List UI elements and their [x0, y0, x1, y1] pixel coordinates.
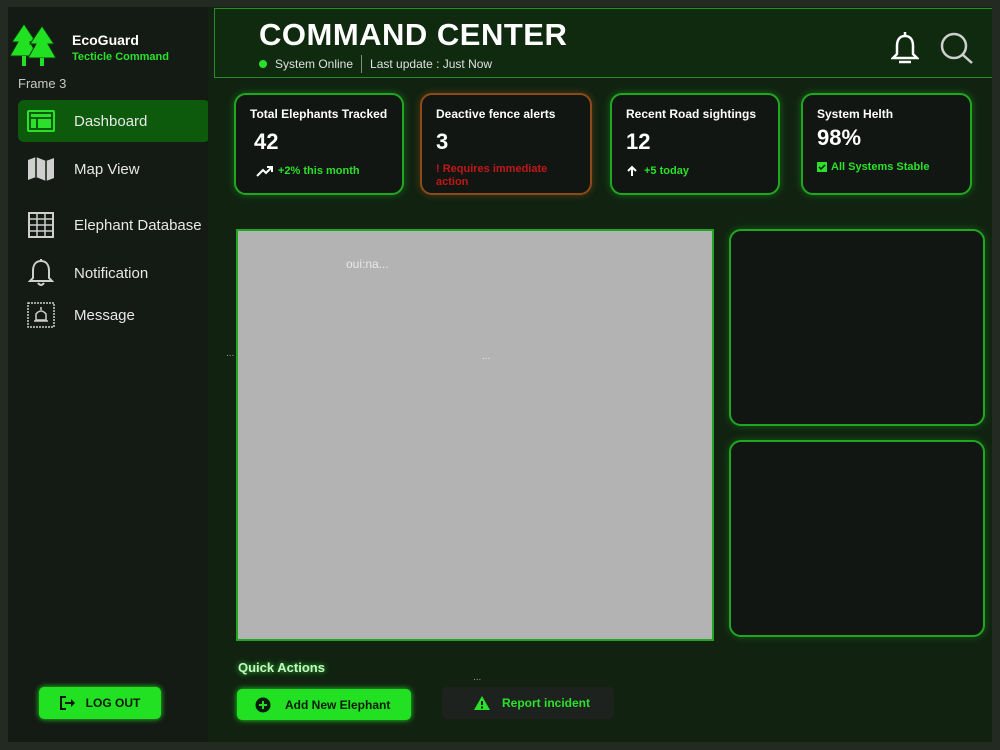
logout-button[interactable]: LOG OUT	[39, 687, 161, 719]
card-note-text: ! Requires immediate action	[436, 163, 548, 188]
stat-card-system-health[interactable]: System Helth 98% All Systems Stable	[801, 93, 972, 195]
ellipsis-text: ...	[473, 672, 482, 683]
map-ellipsis: ...	[482, 351, 491, 362]
logout-label: LOG OUT	[85, 696, 141, 710]
check-box-icon	[817, 162, 827, 172]
card-title: Total Elephants Tracked	[250, 107, 388, 121]
sidebar-item-label: Elephant Database	[74, 216, 202, 234]
map-placeholder-text: oui:na...	[346, 257, 389, 271]
info-panel-top	[729, 229, 985, 426]
search-icon[interactable]	[939, 31, 975, 65]
grid-icon	[26, 212, 56, 238]
status-text: System Online	[275, 57, 354, 71]
card-value: 12	[626, 129, 651, 154]
sidebar-item-label: Map View	[74, 160, 140, 178]
header: COMMAND CENTER System Online Last update…	[214, 8, 998, 78]
card-value: 3	[436, 129, 449, 154]
stat-card-fence-alerts[interactable]: Deactive fence alerts 3 ! Requires immed…	[420, 93, 592, 195]
sidebar: EcoGuard Tecticle Command Frame 3 Dashbo…	[0, 0, 210, 750]
map-icon	[26, 156, 56, 182]
online-dot-icon	[259, 60, 267, 68]
card-note: +5 today	[626, 165, 764, 177]
trend-up-icon	[256, 166, 273, 177]
status-bar: System Online Last update : Just Now	[259, 55, 492, 73]
sidebar-item-map-view[interactable]: Map View	[18, 148, 210, 190]
card-value: 42	[254, 129, 279, 154]
sidebar-item-label: Notification	[74, 264, 149, 282]
divider	[361, 55, 363, 73]
report-incident-button[interactable]: Report incident	[442, 687, 614, 719]
logout-icon	[59, 696, 75, 710]
report-incident-label: Report incident	[502, 696, 591, 710]
tree-logo-icon	[10, 23, 57, 66]
sidebar-item-label: Message	[74, 306, 135, 324]
card-title: Deactive fence alerts	[436, 107, 556, 121]
map-panel[interactable]: oui:na... ...	[236, 229, 714, 641]
ellipsis-text: ...	[226, 348, 235, 359]
plus-circle-icon	[255, 697, 271, 712]
card-value: 98%	[817, 125, 862, 150]
sidebar-item-label: Dashboard	[74, 112, 148, 130]
bell-icon	[26, 259, 56, 286]
warning-icon	[474, 696, 490, 710]
quick-actions-title: Quick Actions	[238, 660, 325, 675]
sidebar-item-notification[interactable]: Notification	[18, 252, 210, 294]
message-icon	[26, 302, 56, 328]
brand-subtitle: Tecticle Command	[72, 51, 169, 63]
card-note: +2% this month	[256, 165, 388, 177]
sidebar-nav: Dashboard Map View Elephant Database Not…	[18, 100, 210, 336]
stat-card-road-sightings[interactable]: Recent Road sightings 12 +5 today	[610, 93, 780, 195]
bell-icon[interactable]	[891, 31, 919, 65]
card-note-text: +5 today	[644, 165, 689, 177]
add-elephant-button[interactable]: Add New Elephant	[237, 689, 411, 720]
page-title: COMMAND CENTER	[259, 17, 568, 52]
brand: EcoGuard Tecticle Command	[10, 22, 169, 68]
card-title: System Helth	[817, 107, 894, 121]
card-note-text: All Systems Stable	[831, 161, 930, 173]
brand-name: EcoGuard	[72, 32, 139, 48]
last-update-text: Last update : Just Now	[370, 57, 493, 71]
sidebar-item-dashboard[interactable]: Dashboard	[18, 100, 210, 142]
add-elephant-label: Add New Elephant	[285, 697, 391, 712]
sidebar-item-elephant-database[interactable]: Elephant Database	[18, 204, 210, 246]
sidebar-item-message[interactable]: Message	[18, 294, 210, 336]
stat-card-elephants[interactable]: Total Elephants Tracked 42 +2% this mont…	[234, 93, 404, 195]
arrow-up-icon	[627, 165, 637, 176]
card-note: All Systems Stable	[817, 161, 956, 173]
info-panel-bottom	[729, 440, 985, 637]
main-area: COMMAND CENTER System Online Last update…	[208, 0, 1000, 750]
card-note-text: +2% this month	[278, 165, 360, 177]
frame-label: Frame 3	[18, 76, 67, 91]
dashboard-icon	[26, 108, 56, 134]
card-title: Recent Road sightings	[626, 107, 757, 121]
